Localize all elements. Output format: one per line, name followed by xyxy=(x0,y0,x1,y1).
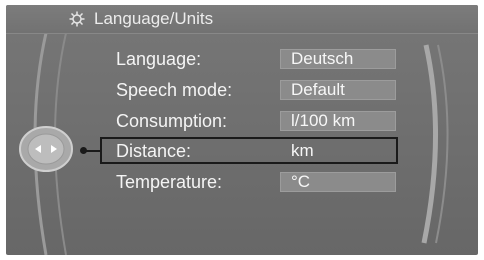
setting-value[interactable]: l/100 km xyxy=(280,111,396,131)
setting-label: Consumption: xyxy=(116,111,228,131)
pointer-line xyxy=(84,150,100,152)
idrive-screen: Language/Units Language: Deutsch Speech … xyxy=(6,5,478,255)
selection-highlight xyxy=(100,137,398,164)
setting-value[interactable]: Deutsch xyxy=(280,49,396,69)
title-bar: Language/Units xyxy=(6,5,478,34)
setting-label: Speech mode: xyxy=(116,80,233,100)
settings-gear-icon xyxy=(69,11,85,27)
setting-label: Temperature: xyxy=(116,172,223,192)
setting-value[interactable]: °C xyxy=(280,172,396,192)
setting-row-temperature[interactable]: Temperature: °C xyxy=(6,169,478,195)
page-title: Language/Units xyxy=(94,9,214,28)
setting-row-consumption[interactable]: Consumption: l/100 km xyxy=(6,108,478,134)
setting-value[interactable]: Default xyxy=(280,80,396,100)
setting-row-speech-mode[interactable]: Speech mode: Default xyxy=(6,77,478,103)
setting-label: Language: xyxy=(116,49,202,69)
controller-left-right-icon[interactable] xyxy=(18,125,74,173)
setting-row-language[interactable]: Language: Deutsch xyxy=(6,46,478,72)
